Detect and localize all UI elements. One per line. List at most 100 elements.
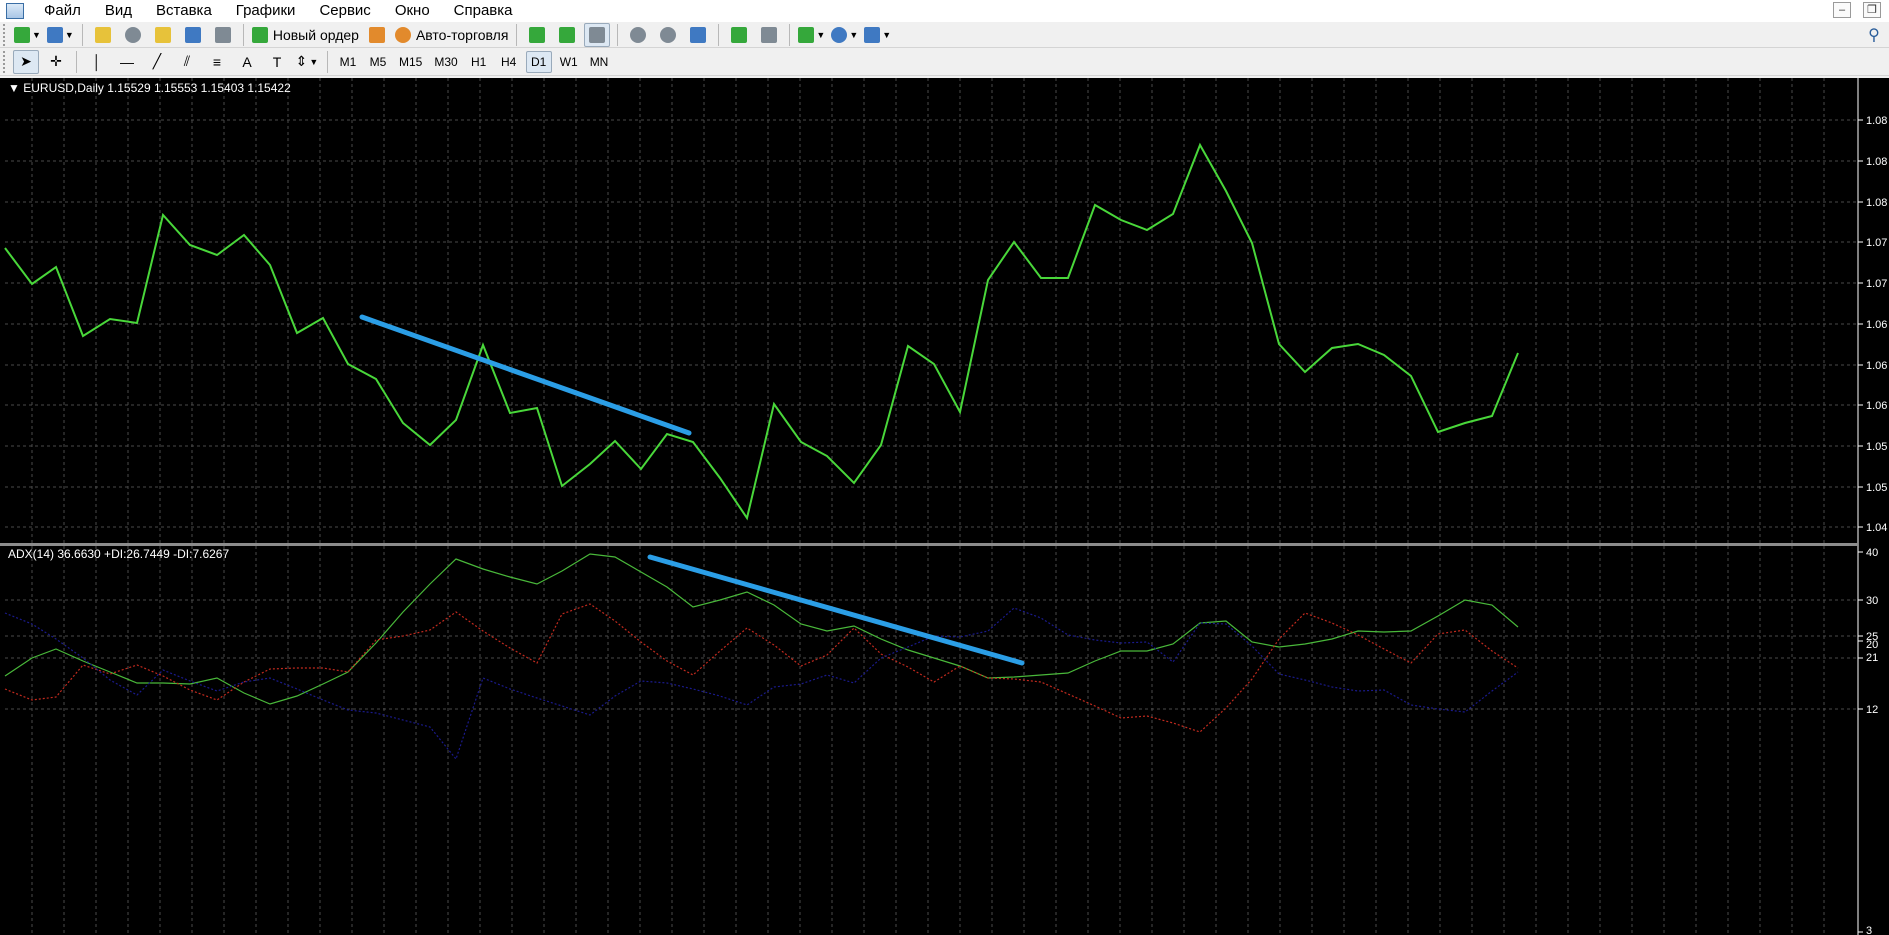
data-window-button[interactable] (120, 23, 146, 47)
auto-scroll-button[interactable] (726, 23, 752, 47)
crosshair-button[interactable]: ✛ (43, 50, 69, 74)
timeframe-h4[interactable]: H4 (496, 51, 522, 73)
strategy-tester-button[interactable] (210, 23, 236, 47)
vertical-line-icon: │ (92, 53, 102, 70)
fibonacci-button[interactable]: ≡ (204, 50, 230, 74)
plus-di-line (4, 603, 1519, 733)
text-icon: A (242, 53, 252, 70)
timeframe-m30[interactable]: M30 (430, 51, 461, 73)
menu-tools[interactable]: Сервис (307, 0, 382, 22)
indicators-button[interactable]: ▼ (797, 23, 826, 47)
price-label: 1.07 (1866, 237, 1887, 249)
timeframe-m5[interactable]: M5 (365, 51, 391, 73)
bar-chart-icon (529, 26, 546, 43)
autotrading-button[interactable]: Авто-торговля (394, 23, 509, 47)
templates-button[interactable]: ▼ (863, 23, 892, 47)
crosshair-icon: ✛ (50, 53, 62, 69)
line-chart-icon (589, 26, 606, 43)
line-chart-button[interactable] (584, 22, 611, 47)
toolbar-grip[interactable] (3, 23, 7, 46)
zoom-out-button[interactable] (655, 23, 681, 47)
menu-help[interactable]: Справка (442, 0, 525, 22)
equidistant-channel-button[interactable]: ⫽ (174, 50, 200, 74)
new-order-label: Новый ордер (272, 26, 359, 43)
menu-charts[interactable]: Графики (224, 0, 308, 22)
restore-icon[interactable]: ❐ (1863, 2, 1881, 18)
main-grid (5, 78, 1858, 543)
chart-window[interactable]: 1.08 1.08 1.08 1.07 1.07 1.06 1.06 1.06 … (0, 78, 1889, 935)
market-watch-icon (94, 26, 111, 43)
chevron-down-icon: ▼ (32, 29, 41, 40)
search-button[interactable]: ⚲ (1861, 23, 1887, 47)
crosshair-target-icon (124, 26, 141, 43)
chart-shift-button[interactable] (756, 23, 782, 47)
price-label: 1.08 (1866, 156, 1887, 168)
adx-grid (5, 546, 1858, 935)
trendline-button[interactable]: ╱ (144, 50, 170, 74)
new-chart-button[interactable]: ▼ (13, 23, 42, 47)
adx-line (4, 553, 1519, 705)
tile-windows-button[interactable] (685, 23, 711, 47)
text-button[interactable]: A (234, 50, 260, 74)
text-label-button[interactable]: T (264, 50, 290, 74)
horizontal-line-button[interactable]: — (114, 50, 140, 74)
adx-level-label: 3 (1866, 925, 1872, 935)
toolbar-separator (718, 23, 720, 46)
timeframe-mn[interactable]: MN (586, 51, 613, 73)
arrows-button[interactable]: ⇕ ▼ (294, 50, 320, 74)
app-icon[interactable] (6, 3, 24, 19)
metaeditor-button[interactable] (364, 23, 390, 47)
price-label: 1.06 (1866, 360, 1887, 372)
adx-level-labels: 40 30 25 21 20 12 3 (1866, 547, 1878, 935)
chart-canvas[interactable]: 1.08 1.08 1.08 1.07 1.07 1.06 1.06 1.06 … (0, 78, 1889, 935)
timeframe-m15[interactable]: M15 (395, 51, 426, 73)
collapse-triangle-icon[interactable]: ▼ (8, 81, 20, 95)
toolbar-separator (76, 50, 77, 73)
panel-separator[interactable] (0, 543, 1858, 546)
chevron-down-icon: ▼ (849, 29, 859, 40)
price-label: 1.08 (1866, 115, 1887, 127)
new-order-icon (251, 26, 268, 43)
cursor-button[interactable]: ➤ (13, 49, 39, 74)
bar-chart-button[interactable] (524, 23, 550, 47)
chart-shift-icon (761, 26, 778, 43)
terminal-window: Файл Вид Вставка Графики Сервис Окно Спр… (0, 0, 1889, 935)
navigator-button[interactable] (150, 23, 176, 47)
adx-level-label: 12 (1866, 704, 1878, 716)
toolbar-grip[interactable] (3, 50, 7, 73)
minimize-icon[interactable]: – (1833, 2, 1851, 18)
tile-windows-icon (690, 26, 707, 43)
adx-trendline-annotation[interactable] (647, 554, 1025, 666)
price-label: 1.05 (1866, 441, 1887, 453)
clock-icon (831, 26, 848, 43)
timeframe-w1[interactable]: W1 (556, 51, 582, 73)
toolbar-separator (81, 23, 83, 46)
minus-di-line (4, 607, 1519, 761)
adx-level-label: 40 (1866, 547, 1878, 559)
timeframe-h1[interactable]: H1 (466, 51, 492, 73)
candlestick-button[interactable] (554, 23, 580, 47)
vertical-line-button[interactable]: │ (84, 50, 110, 74)
price-axis-ticks (1858, 119, 1863, 933)
menu-insert[interactable]: Вставка (144, 0, 224, 22)
price-label: 1.07 (1866, 278, 1887, 290)
menu-window[interactable]: Окно (383, 0, 442, 22)
zoom-in-button[interactable] (625, 23, 651, 47)
candlestick-icon (559, 26, 576, 43)
market-watch-button[interactable] (90, 23, 116, 47)
timeframe-m1[interactable]: M1 (335, 51, 361, 73)
terminal-icon (184, 26, 201, 43)
chart-symbol-header: ▼ EURUSD,Daily 1.15529 1.15553 1.15403 1… (8, 81, 291, 95)
menu-view[interactable]: Вид (93, 0, 144, 22)
timeframe-d1[interactable]: D1 (525, 50, 552, 73)
periods-button[interactable]: ▼ (830, 23, 859, 47)
chevron-down-icon: ▼ (816, 29, 826, 40)
price-label: 1.06 (1866, 319, 1887, 331)
menu-file[interactable]: Файл (32, 0, 93, 22)
profiles-button[interactable]: ▼ (46, 23, 75, 47)
chevron-down-icon: ▼ (882, 29, 892, 40)
new-order-button[interactable]: Новый ордер (251, 23, 360, 47)
toolbar-separator (516, 23, 518, 46)
terminal-button[interactable] (180, 23, 206, 47)
adx-header: ADX(14) 36.6630 +DI:26.7449 -DI:7.6267 (8, 547, 229, 561)
